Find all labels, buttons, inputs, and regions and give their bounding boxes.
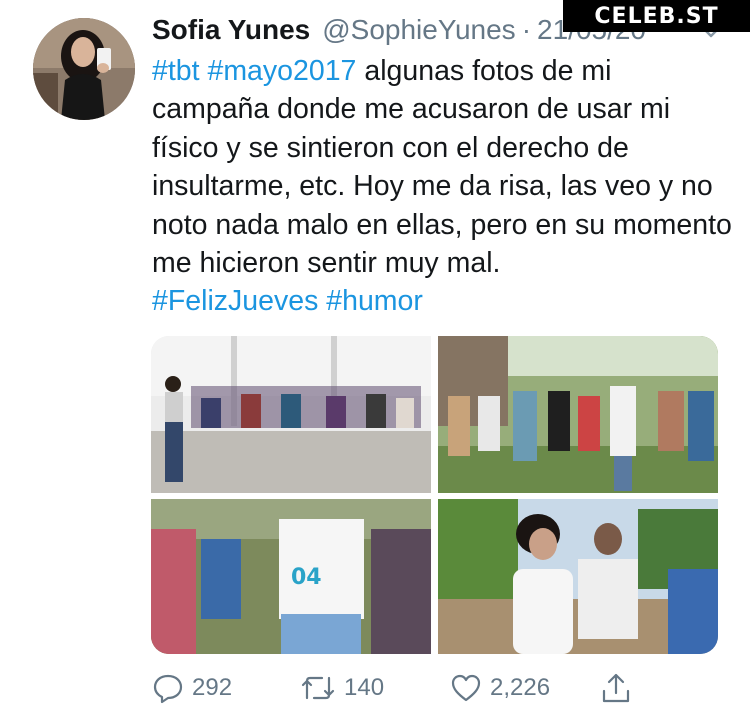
photo-3[interactable]: 04 xyxy=(151,499,431,654)
photo-1[interactable] xyxy=(151,336,431,493)
photo-4-image xyxy=(438,499,718,654)
retweet-icon xyxy=(301,676,335,700)
hashtag-link[interactable]: #humor xyxy=(326,285,423,317)
author-name[interactable]: Sofia Yunes xyxy=(152,14,310,46)
share-button[interactable] xyxy=(600,668,640,708)
like-count: 2,226 xyxy=(490,674,551,701)
hashtag-link[interactable]: #tbt xyxy=(152,55,200,87)
reply-icon xyxy=(153,674,183,704)
watermark-logo: CELEB.ST xyxy=(563,0,750,32)
heart-icon xyxy=(451,674,481,702)
reply-button[interactable]: 292 xyxy=(152,668,232,708)
photo-2-image xyxy=(438,336,718,493)
avatar-image xyxy=(33,18,135,120)
action-bar: 292 140 2,226 xyxy=(152,668,632,708)
retweet-button[interactable]: 140 xyxy=(300,668,384,708)
tweet-body: algunas fotos de mi campaña donde me acu… xyxy=(152,55,732,280)
header-separator: · xyxy=(521,14,532,45)
photo-2[interactable] xyxy=(438,336,718,493)
hashtag-link[interactable]: #mayo2017 xyxy=(207,55,356,87)
photo-1-image xyxy=(151,336,431,493)
author-handle[interactable]: @SophieYunes xyxy=(322,14,515,46)
photo-4[interactable] xyxy=(438,499,718,654)
watermark-text: CELEB.ST xyxy=(594,3,719,29)
hashtag-link[interactable]: #FelizJueves xyxy=(152,285,318,317)
photo-3-image: 04 xyxy=(151,499,431,654)
media-grid: 04 xyxy=(151,336,718,654)
like-button[interactable]: 2,226 xyxy=(450,668,550,708)
svg-text:04: 04 xyxy=(291,565,322,590)
reply-count: 292 xyxy=(192,674,233,701)
share-icon xyxy=(602,673,630,703)
avatar[interactable] xyxy=(33,18,135,120)
tweet-text: #tbt #mayo2017 algunas fotos de mi campa… xyxy=(152,52,732,321)
retweet-count: 140 xyxy=(344,674,385,701)
